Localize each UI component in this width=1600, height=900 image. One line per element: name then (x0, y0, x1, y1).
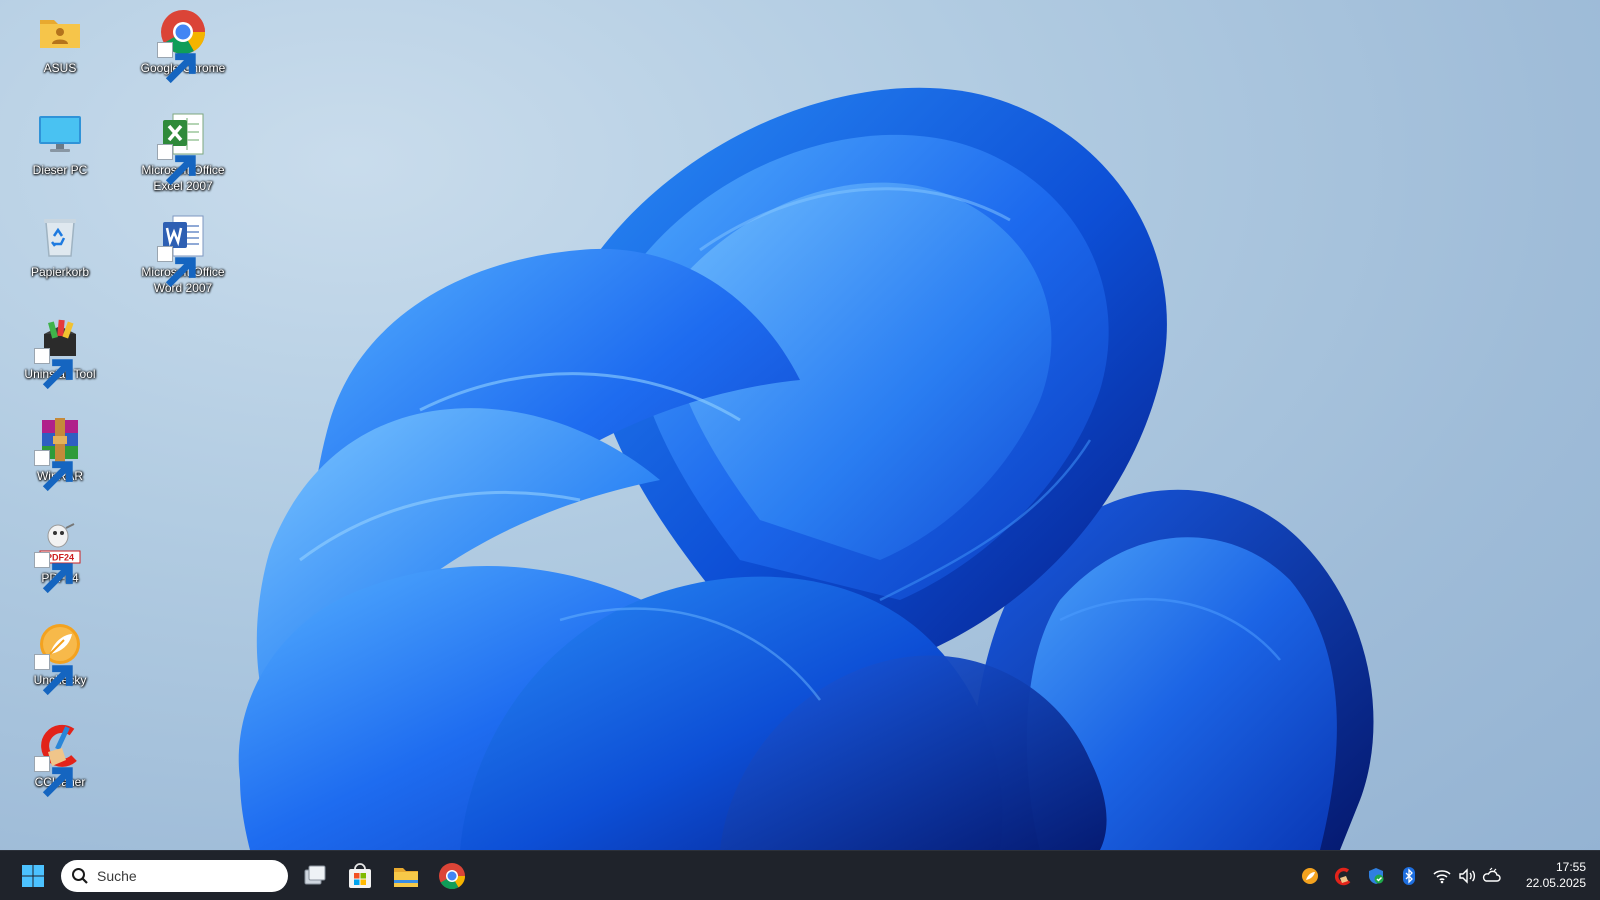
tray-unchecky[interactable] (1300, 866, 1320, 886)
tray-bluetooth[interactable] (1399, 866, 1419, 886)
shortcut-arrow-icon (34, 756, 73, 798)
clock-date: 22.05.2025 (1525, 876, 1586, 890)
taskbar-clock[interactable]: 17:55 22.05.2025 (1526, 859, 1586, 891)
wallpaper-bloom (238, 87, 1374, 850)
desktop-icon-label: ASUS (43, 61, 77, 75)
microsoft-store-icon (349, 863, 371, 888)
monitor-icon (39, 116, 81, 152)
clock-time: 17:55 (1555, 860, 1586, 874)
shortcut-arrow-icon (157, 144, 196, 186)
desktop-icon-pdf24[interactable]: PDF24 PDF24 (5, 518, 115, 594)
task-view-icon (304, 865, 326, 885)
chrome-taskbar-button[interactable] (434, 858, 470, 894)
tray-onedrive[interactable] (1482, 866, 1502, 886)
search-input[interactable] (97, 866, 277, 886)
tray-ccleaner[interactable] (1333, 866, 1353, 886)
tray-wifi[interactable] (1432, 866, 1452, 886)
desktop-icon-label: Papierkorb (30, 265, 90, 279)
desktop-icon-winrar[interactable]: WinRAR (5, 416, 115, 492)
desktop-icon-excel-2007[interactable]: Microsoft Office Excel 2007 (128, 110, 238, 194)
shortcut-arrow-icon (157, 42, 196, 84)
tray-windows-security[interactable] (1366, 866, 1386, 886)
file-explorer-icon (394, 868, 418, 887)
shortcut-arrow-icon (157, 246, 196, 288)
desktop-icon-word-2007[interactable]: Microsoft Office Word 2007 (128, 212, 238, 296)
desktop[interactable]: ASUS Dieser PC Papierkorb Uninstall Tool… (0, 0, 1600, 900)
ccleaner-tray-icon (1334, 867, 1351, 886)
taskbar-search-box[interactable] (61, 860, 288, 892)
desktop-icon-unchecky[interactable]: Unchecky (5, 620, 115, 696)
shortcut-arrow-icon (34, 348, 73, 390)
recycle-bin-icon (44, 219, 76, 257)
taskbar: 17:55 22.05.2025 (0, 850, 1600, 900)
user-folder-icon (40, 20, 80, 48)
tray-volume[interactable] (1457, 866, 1477, 886)
windows-security-icon (1369, 868, 1384, 884)
desktop-icon-papierkorb[interactable]: Papierkorb (5, 212, 115, 280)
file-explorer-button[interactable] (388, 858, 424, 894)
volume-icon (1459, 868, 1476, 884)
unchecky-tray-icon (1302, 868, 1318, 884)
start-button[interactable] (15, 858, 51, 894)
windows-start-icon (22, 865, 44, 887)
desktop-icon-ccleaner[interactable]: CCleaner (5, 722, 115, 798)
bluetooth-icon (1403, 867, 1415, 885)
task-view-button[interactable] (296, 858, 332, 894)
desktop-icon-asus[interactable]: ASUS (5, 8, 115, 76)
desktop-icon-uninstall-tool[interactable]: Uninstall Tool (5, 314, 115, 390)
desktop-icon-dieser-pc[interactable]: Dieser PC (5, 110, 115, 178)
onedrive-icon (1482, 867, 1501, 882)
shortcut-arrow-icon (34, 654, 73, 696)
shortcut-arrow-icon (34, 552, 73, 594)
microsoft-store-button[interactable] (342, 858, 378, 894)
search-icon (72, 868, 88, 884)
desktop-icon-google-chrome[interactable]: Google Chrome (128, 8, 238, 84)
shortcut-arrow-icon (34, 450, 73, 492)
chrome-icon (439, 863, 466, 890)
wifi-icon (1433, 870, 1451, 884)
desktop-icon-label: Dieser PC (32, 163, 88, 177)
